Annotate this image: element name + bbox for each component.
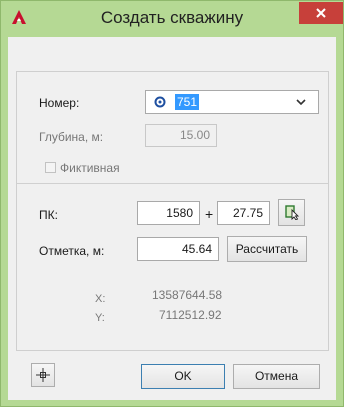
cancel-button[interactable]: Отмена — [233, 364, 320, 389]
pick-point-icon — [285, 205, 300, 220]
y-coord-value: 7112512.92 — [159, 308, 222, 322]
chevron-down-icon[interactable] — [296, 99, 306, 106]
x-coord-value: 13587644.58 — [152, 288, 223, 302]
pk-plus-sign: + — [205, 206, 214, 222]
window-title: Создать скважину — [100, 8, 244, 27]
pk-label: ПК: — [39, 208, 58, 222]
depth-label: Глубина, м: — [39, 130, 104, 144]
number-value: 751 — [175, 94, 200, 110]
close-button[interactable] — [299, 2, 343, 24]
elevation-label: Отметка, м: — [39, 244, 105, 258]
fictive-checkbox[interactable] — [45, 162, 56, 173]
number-combobox[interactable]: 751 — [145, 90, 319, 114]
pick-point-button[interactable] — [278, 199, 305, 226]
depth-field: 15.00 — [145, 124, 217, 147]
target-icon — [154, 96, 166, 108]
pk-offset-field[interactable]: 27.75 — [217, 201, 270, 225]
title-bar[interactable]: Создать скважину — [1, 1, 343, 37]
elevation-field[interactable]: 45.64 — [137, 237, 219, 261]
pk-field[interactable]: 1580 — [137, 201, 200, 225]
close-icon — [316, 8, 326, 18]
group-divider — [17, 183, 328, 184]
dialog-body: Номер: 751 Глубина, м: 15.00 Фиктивная П… — [8, 37, 336, 400]
fictive-label: Фиктивная — [60, 161, 120, 175]
crosshair-icon — [36, 368, 50, 382]
dialog-window: Создать скважину Номер: 751 Глубина, м: — [0, 0, 344, 407]
y-coord-label: Y: — [95, 312, 105, 324]
calculate-button[interactable]: Рассчитать — [227, 236, 307, 262]
x-coord-label: X: — [95, 293, 106, 305]
number-label: Номер: — [39, 96, 80, 110]
ok-button[interactable]: OK — [141, 364, 225, 389]
pick-location-button[interactable] — [31, 363, 55, 387]
well-properties-group: Номер: 751 Глубина, м: 15.00 Фиктивная П… — [16, 71, 329, 351]
